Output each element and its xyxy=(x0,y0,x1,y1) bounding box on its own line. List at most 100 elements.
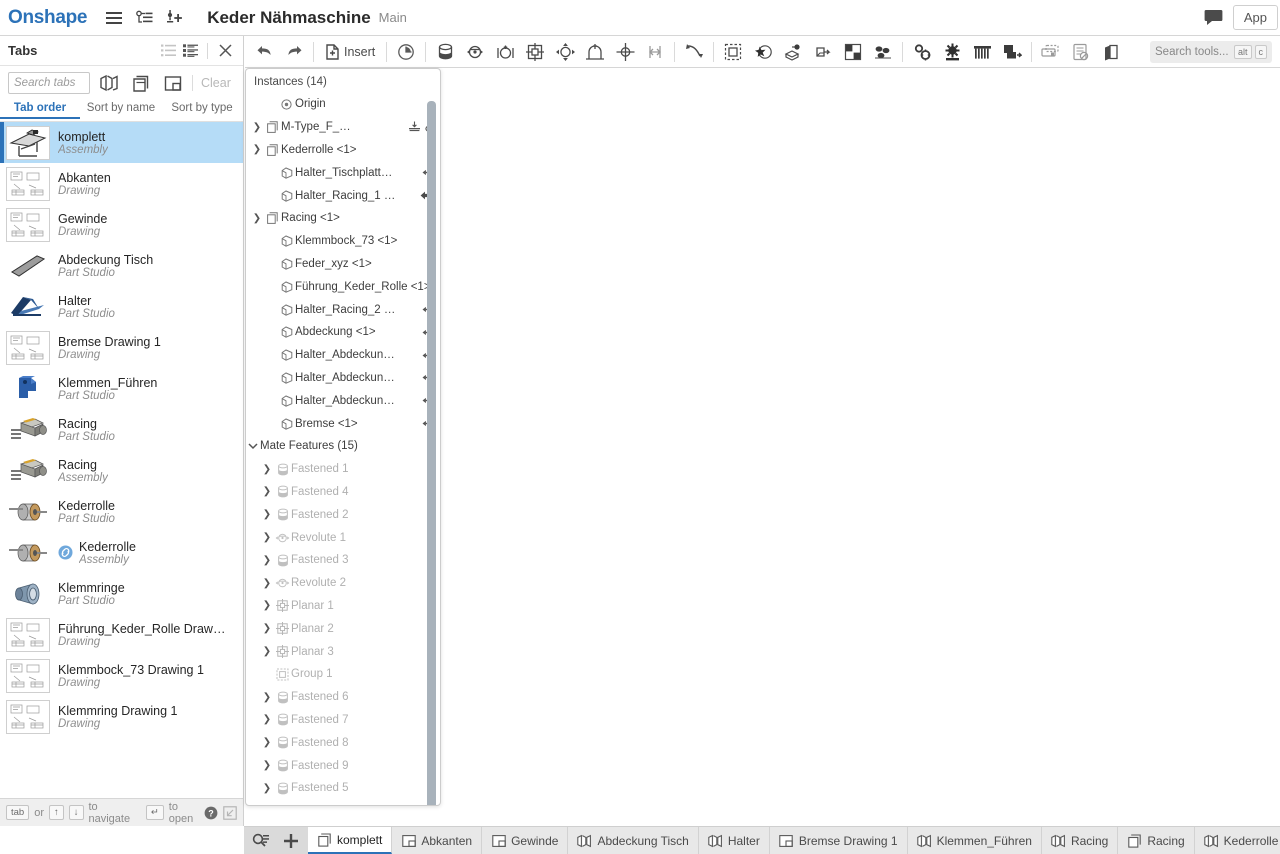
configure-icon[interactable] xyxy=(907,38,937,66)
pin-slot-mate-icon[interactable] xyxy=(580,38,610,66)
mate-feature-row[interactable]: ❯ Revolute 1 xyxy=(246,526,440,549)
tab-list-item[interactable]: Abdeckung Tisch Part Studio xyxy=(0,245,243,286)
instance-row[interactable]: Abdeckung <1> xyxy=(246,321,440,344)
undo-icon[interactable] xyxy=(249,38,279,66)
instances-tree[interactable]: Origin ❯ M-Type_F_… ❯ Kederrolle <1> Halter_T… xyxy=(246,93,440,800)
clear-filters-button[interactable]: Clear xyxy=(199,76,231,90)
expand-caret-icon[interactable]: ❯ xyxy=(260,714,274,725)
parallel-mate-icon[interactable] xyxy=(610,38,640,66)
tab-list[interactable]: komplett Assembly Abkanten Drawing Gewinde… xyxy=(0,122,243,798)
instance-row[interactable]: Feder_xyz <1> xyxy=(246,253,440,276)
instance-row[interactable]: Klemmbock_73 <1> xyxy=(246,230,440,253)
expand-caret-icon[interactable]: ❯ xyxy=(260,600,274,611)
mate-feature-row[interactable]: ❯ Fastened 9 xyxy=(246,754,440,777)
mate-feature-row[interactable]: ❯ Fastened 8 xyxy=(246,731,440,754)
instance-row[interactable]: Halter_Tischplatt… xyxy=(246,161,440,184)
collapse-caret-icon[interactable] xyxy=(246,441,260,451)
bill-of-materials-icon[interactable] xyxy=(1066,38,1096,66)
ball-mate-icon[interactable] xyxy=(550,38,580,66)
mate-feature-row[interactable]: ❯ Planar 2 xyxy=(246,617,440,640)
mate-feature-row[interactable]: ❯ Revolute 2 xyxy=(246,572,440,595)
expand-caret-icon[interactable]: ❯ xyxy=(260,555,274,566)
expand-caret-icon[interactable]: ❯ xyxy=(250,122,264,133)
help-icon[interactable]: ? xyxy=(204,806,218,820)
search-tabs-icon[interactable] xyxy=(246,827,276,854)
expand-caret-icon[interactable]: ❯ xyxy=(250,144,264,155)
mate-feature-row[interactable]: ❯ Fastened 6 xyxy=(246,686,440,709)
instance-row[interactable]: Halter_Abdeckun… xyxy=(246,389,440,412)
bottom-tab[interactable]: komplett xyxy=(308,827,393,854)
expand-caret-icon[interactable]: ❯ xyxy=(260,578,274,589)
instance-row[interactable]: Halter_Racing_1 … xyxy=(246,184,440,207)
tab-list-item[interactable]: Bremse Drawing 1 Drawing xyxy=(0,327,243,368)
mate-feature-row[interactable]: ❯ Planar 1 xyxy=(246,595,440,618)
tab-list-item[interactable]: Führung_Keder_Rolle Draw… Drawing xyxy=(0,614,243,655)
tab-list-item[interactable]: Klemmbock_73 Drawing 1 Drawing xyxy=(0,655,243,696)
bottom-tab[interactable]: Bremse Drawing 1 xyxy=(769,827,908,854)
popout-icon[interactable] xyxy=(223,805,237,820)
instance-row[interactable]: ❯ Racing <1> xyxy=(246,207,440,230)
tab-list-item[interactable]: Abkanten Drawing xyxy=(0,163,243,204)
expand-caret-icon[interactable]: ❯ xyxy=(260,783,274,794)
replicate-icon[interactable] xyxy=(778,38,808,66)
detail-view-icon[interactable] xyxy=(180,41,200,61)
comment-icon[interactable] xyxy=(1199,5,1229,31)
bottom-tab[interactable]: Halter xyxy=(698,827,770,854)
tab-list-item[interactable]: Kederrolle Assembly xyxy=(0,532,243,573)
instance-row[interactable]: Origin xyxy=(246,93,440,116)
add-version-icon[interactable] xyxy=(161,5,187,31)
assembly-features-icon[interactable] xyxy=(937,38,967,66)
workspace-name[interactable]: Main xyxy=(379,10,407,25)
document-title[interactable]: Keder Nähmaschine xyxy=(207,8,370,28)
tab-list-item[interactable]: Klemmring Drawing 1 Drawing xyxy=(0,696,243,737)
expand-caret-icon[interactable]: ❯ xyxy=(260,737,274,748)
assembly-filter-icon[interactable] xyxy=(128,71,154,95)
instance-row[interactable]: Bremse <1> xyxy=(246,412,440,435)
onshape-logo[interactable]: Onshape xyxy=(8,7,88,29)
bottom-tab[interactable]: Klemmen_Führen xyxy=(907,827,1042,854)
group-icon[interactable] xyxy=(718,38,748,66)
mate-feature-row[interactable]: ❯ Fastened 5 xyxy=(246,777,440,800)
tab-list-item[interactable]: komplett Assembly xyxy=(0,122,243,163)
expand-caret-icon[interactable]: ❯ xyxy=(260,692,274,703)
app-store-button[interactable]: App xyxy=(1232,5,1278,30)
add-tab-icon[interactable] xyxy=(276,827,306,854)
bottom-tab[interactable]: Kederrolle xyxy=(1194,827,1280,854)
display-state-icon[interactable] xyxy=(1036,38,1066,66)
bottom-tab[interactable]: Abkanten xyxy=(392,827,483,854)
mate-feature-row[interactable]: ❯ Fastened 2 xyxy=(246,503,440,526)
history-icon[interactable] xyxy=(391,38,421,66)
redo-icon[interactable] xyxy=(279,38,309,66)
sort-by-name[interactable]: Sort by name xyxy=(80,100,162,117)
instance-row[interactable]: ❯ M-Type_F_… xyxy=(246,116,440,139)
tab-list-item[interactable]: Racing Assembly xyxy=(0,450,243,491)
instance-row[interactable]: Führung_Keder_Rolle <1> xyxy=(246,275,440,298)
hamburger-menu-icon[interactable] xyxy=(101,5,127,31)
tangent-mate-icon[interactable] xyxy=(640,38,670,66)
revolute-mate-icon[interactable] xyxy=(460,38,490,66)
mate-relation-icon[interactable] xyxy=(748,38,778,66)
instance-row[interactable]: Halter_Racing_2 … xyxy=(246,298,440,321)
tab-list-item[interactable]: Halter Part Studio xyxy=(0,286,243,327)
named-position-icon[interactable] xyxy=(997,38,1027,66)
instances-scrollbar-thumb[interactable] xyxy=(427,101,436,805)
pattern-icon[interactable] xyxy=(838,38,868,66)
explode-icon[interactable] xyxy=(868,38,898,66)
mate-features-header[interactable]: Mate Features (15) xyxy=(246,435,440,458)
close-icon[interactable] xyxy=(215,41,235,61)
expand-caret-icon[interactable]: ❯ xyxy=(260,509,274,520)
bottom-tab[interactable]: Racing xyxy=(1041,827,1119,854)
instances-scroll-area[interactable]: Origin ❯ M-Type_F_… ❯ Kederrolle <1> Halter_T… xyxy=(246,93,440,805)
mate-connector-icon[interactable] xyxy=(679,38,709,66)
expand-caret-icon[interactable]: ❯ xyxy=(260,464,274,475)
instance-row[interactable]: Halter_Abdeckun… xyxy=(246,367,440,390)
slider-mate-icon[interactable] xyxy=(490,38,520,66)
tab-list-item[interactable]: Kederrolle Part Studio xyxy=(0,491,243,532)
bottom-tab[interactable]: Gewinde xyxy=(482,827,569,854)
list-view-icon[interactable] xyxy=(158,41,178,61)
expand-caret-icon[interactable]: ❯ xyxy=(260,623,274,634)
mate-feature-row[interactable]: ❯ Fastened 7 xyxy=(246,709,440,732)
instance-row[interactable]: Halter_Abdeckun… xyxy=(246,344,440,367)
sort-by-type[interactable]: Sort by type xyxy=(162,100,242,117)
instances-scrollbar-track[interactable] xyxy=(427,97,438,805)
